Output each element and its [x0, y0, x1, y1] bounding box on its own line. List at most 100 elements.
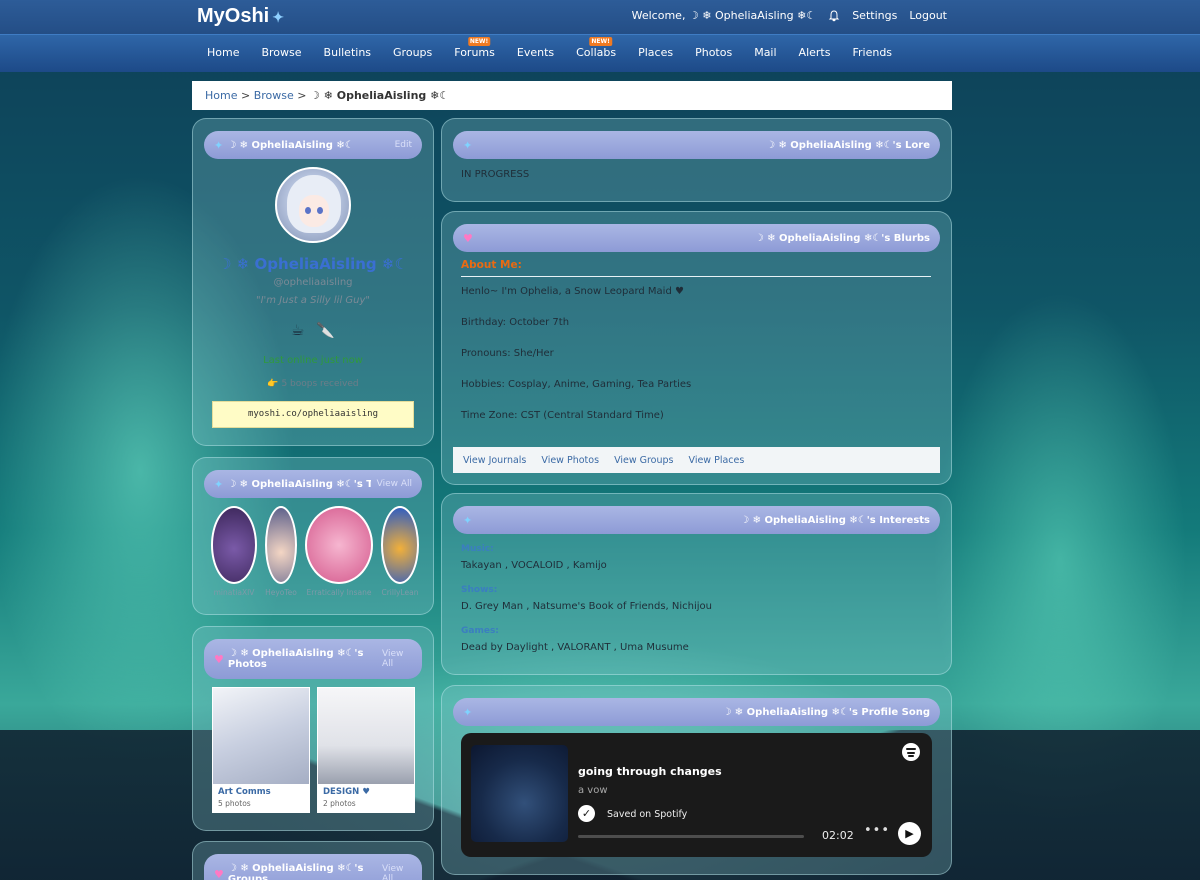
- friend-avatar: [211, 506, 257, 584]
- star-icon: ✦: [214, 477, 224, 491]
- breadcrumb-current: ☽ ❄ OpheliaAisling ❄☾: [309, 89, 450, 102]
- nav-groups[interactable]: Groups: [393, 46, 432, 59]
- view-photos-link[interactable]: View Photos: [541, 455, 599, 466]
- new-badge: NEW!: [589, 37, 612, 46]
- nav-bulletins[interactable]: Bulletins: [324, 46, 371, 59]
- groups-header: ♥ ☽ ❄ OpheliaAisling ❄☾'s Groups View Al…: [204, 854, 422, 880]
- profile-card: ✦ ☽ ❄ OpheliaAisling ❄☾ Edit ☽ ❄ Ophelia…: [192, 118, 434, 446]
- album-count: 2 photos: [323, 799, 356, 808]
- friend-item[interactable]: Erratically Insane: [305, 506, 373, 597]
- view-journals-link[interactable]: View Journals: [463, 455, 526, 466]
- boops-count[interactable]: 👉 5 boops received: [193, 379, 433, 389]
- site-logo[interactable]: MyOshi ✦: [197, 5, 284, 28]
- interests-card: ✦ ☽ ❄ OpheliaAisling ❄☾'s Interests Musi…: [441, 493, 952, 675]
- star-icon: ✦: [463, 513, 473, 527]
- nav-forums[interactable]: Forums NEW!: [454, 37, 495, 59]
- view-all-link[interactable]: View All: [382, 864, 412, 880]
- profile-links: View Journals View Photos View Groups Vi…: [453, 447, 940, 473]
- avatar[interactable]: [275, 167, 351, 243]
- profile-quote: "I'm Just a Silly lil Guy": [255, 295, 371, 306]
- song-duration: 02:02: [822, 829, 854, 842]
- lore-card: ✦ ☽ ❄ OpheliaAisling ❄☾'s Lore IN PROGRE…: [441, 118, 952, 202]
- star-icon: ✦: [214, 138, 224, 152]
- breadcrumb-browse[interactable]: Browse: [254, 89, 294, 102]
- photos-card: ♥ ☽ ❄ OpheliaAisling ❄☾'s Photos View Al…: [192, 626, 434, 831]
- friend-avatar: [265, 506, 297, 584]
- photo-album[interactable]: Art Comms 5 photos: [212, 687, 310, 813]
- shows-value: D. Grey Man , Natsume's Book of Friends,…: [461, 601, 712, 612]
- nav-mail[interactable]: Mail: [754, 46, 776, 59]
- tea-icon: ☕: [290, 321, 305, 339]
- nav-places[interactable]: Places: [638, 46, 673, 59]
- knife-icon: 🔪: [316, 321, 336, 339]
- blurbs-card: ♥ ☽ ❄ OpheliaAisling ❄☾'s Blurbs About M…: [441, 211, 952, 485]
- heart-icon: ♥: [214, 652, 224, 666]
- games-label: Games:: [461, 626, 499, 636]
- top8-header: ✦ ☽ ❄ OpheliaAisling ❄☾'s Top 8 View All: [204, 470, 422, 498]
- view-all-link[interactable]: View All: [377, 479, 412, 489]
- logout-link[interactable]: Logout: [909, 9, 947, 22]
- friend-name: CrillyLean: [381, 588, 419, 597]
- friend-name: HeyoTeo: [265, 588, 297, 597]
- bell-icon[interactable]: [828, 9, 840, 22]
- nav-friends[interactable]: Friends: [852, 46, 892, 59]
- view-groups-link[interactable]: View Groups: [614, 455, 673, 466]
- nav-photos[interactable]: Photos: [695, 46, 732, 59]
- nav-collabs[interactable]: Collabs NEW!: [576, 37, 616, 59]
- album-thumbnail: [213, 688, 309, 784]
- album-art[interactable]: [471, 745, 568, 842]
- play-icon[interactable]: ▶: [898, 822, 921, 845]
- star-icon: ✦: [463, 138, 473, 152]
- friend-list: minatiaXIV HeyoTeo Erratically Insane Cr…: [211, 506, 419, 597]
- breadcrumb: Home > Browse > ☽ ❄ OpheliaAisling ❄☾: [192, 81, 952, 110]
- nav-browse[interactable]: Browse: [261, 46, 301, 59]
- progress-bar[interactable]: [578, 835, 804, 838]
- song-artist[interactable]: a vow: [578, 785, 608, 796]
- blurb-line: Birthday: October 7th: [461, 317, 570, 328]
- music-label: Music:: [461, 544, 494, 554]
- friend-name: Erratically Insane: [306, 588, 372, 597]
- spotify-icon[interactable]: [902, 743, 920, 761]
- friend-avatar: [305, 506, 373, 584]
- blurb-line: Pronouns: She/Her: [461, 348, 554, 359]
- blurb-line: Henlo~ I'm Ophelia, a Snow Leopard Maid …: [461, 286, 684, 297]
- photos-header: ♥ ☽ ❄ OpheliaAisling ❄☾'s Photos View Al…: [204, 639, 422, 679]
- song-title[interactable]: going through changes: [578, 765, 722, 778]
- settings-link[interactable]: Settings: [852, 9, 897, 22]
- heart-icon: ♥: [214, 867, 224, 880]
- lore-text: IN PROGRESS: [461, 169, 530, 180]
- more-options-icon[interactable]: •••: [864, 823, 890, 838]
- profile-song-header: ✦ ☽ ❄ OpheliaAisling ❄☾'s Profile Song: [453, 698, 940, 726]
- top8-card: ✦ ☽ ❄ OpheliaAisling ❄☾'s Top 8 View All…: [192, 457, 434, 615]
- heart-icon: ♥: [463, 231, 473, 245]
- friend-item[interactable]: CrillyLean: [381, 506, 419, 597]
- star-icon: ✦: [463, 705, 473, 719]
- friend-item[interactable]: minatiaXIV: [211, 506, 257, 597]
- view-all-link[interactable]: View All: [382, 649, 412, 669]
- divider: [461, 276, 931, 277]
- games-value: Dead by Daylight , VALORANT , Uma Musume: [461, 642, 689, 653]
- saved-status: Saved on Spotify: [607, 809, 688, 820]
- shows-label: Shows:: [461, 585, 498, 595]
- nav-home[interactable]: Home: [207, 46, 239, 59]
- nav-alerts[interactable]: Alerts: [799, 46, 831, 59]
- nav-events[interactable]: Events: [517, 46, 554, 59]
- friend-avatar: [381, 506, 419, 584]
- breadcrumb-home[interactable]: Home: [205, 89, 237, 102]
- profile-url[interactable]: myoshi.co/opheliaaisling: [212, 401, 414, 428]
- interests-header: ✦ ☽ ❄ OpheliaAisling ❄☾'s Interests: [453, 506, 940, 534]
- edit-link[interactable]: Edit: [395, 140, 412, 150]
- checkmark-icon[interactable]: ✓: [578, 805, 595, 822]
- blurb-line: Hobbies: Cosplay, Anime, Gaming, Tea Par…: [461, 379, 692, 390]
- profile-card-header: ✦ ☽ ❄ OpheliaAisling ❄☾ Edit: [204, 131, 422, 159]
- blurbs-header: ♥ ☽ ❄ OpheliaAisling ❄☾'s Blurbs: [453, 224, 940, 252]
- friend-item[interactable]: HeyoTeo: [265, 506, 297, 597]
- view-places-link[interactable]: View Places: [689, 455, 745, 466]
- photo-album[interactable]: DESIGN ♥ 2 photos: [317, 687, 415, 813]
- music-value: Takayan , VOCALOID , Kamijo: [461, 560, 607, 571]
- profile-name: ☽ ❄ OpheliaAisling ❄☾: [218, 255, 408, 273]
- new-badge: NEW!: [467, 37, 491, 46]
- friend-name: minatiaXIV: [213, 588, 255, 597]
- album-title: DESIGN ♥: [323, 787, 370, 797]
- profile-username: @opheliaaisling: [273, 277, 353, 288]
